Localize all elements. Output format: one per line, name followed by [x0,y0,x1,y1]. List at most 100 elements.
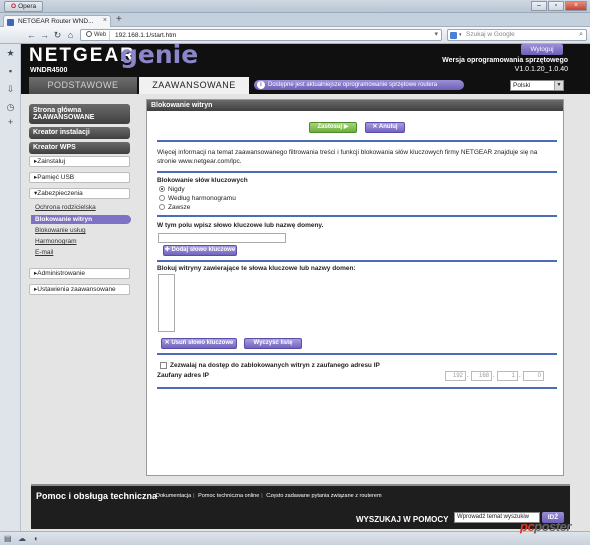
menu-usb-storage[interactable]: ▸Pamięć USB [29,172,130,183]
downloads-icon[interactable]: ⇩ [5,84,16,95]
ip-octet-2[interactable]: 168 [471,371,492,381]
logout-button[interactable]: Wyloguj [521,44,563,55]
ip-octet-3[interactable]: 1 [497,371,518,381]
menu-setup-wizard[interactable]: Kreator instalacji [29,127,130,139]
tab-basic[interactable]: PODSTAWOWE [29,77,137,94]
radio-per-schedule[interactable]: Według harmonogramu [159,195,236,202]
menu-usb-label: Pamięć USB [37,174,75,181]
menu-wps-wizard[interactable]: Kreator WPS [29,142,130,154]
radio-always-label: Zawsze [168,204,191,211]
address-bar[interactable]: Web 192.168.1.1/start.htm ▾ [80,29,442,41]
bookmarks-star-icon[interactable]: ★ [5,48,16,59]
maximize-button[interactable]: ▫ [548,1,564,11]
url-text[interactable]: 192.168.1.1/start.htm [115,31,176,40]
tab-bar: NETGEAR Router WND... × + [0,13,590,28]
ip-separator: . [467,373,469,379]
opera-menu-button[interactable]: O Opera [4,1,44,12]
add-keyword-button[interactable]: ✚ Dodaj słowo kluczowe [163,245,237,256]
new-tab-button[interactable]: + [116,15,122,25]
menu-block-sites[interactable]: Blokowanie witryn [31,215,131,224]
link-online-support[interactable]: Pomoc techniczna online [198,493,259,499]
menu-advanced-home[interactable]: Strona główna ZAAWANSOWANE [29,104,130,124]
menu-administration[interactable]: ▸Administrowanie [29,268,130,279]
keyword-input[interactable] [158,233,286,243]
minimize-button[interactable]: – [531,1,547,11]
pcposter-watermark: pcposter [520,519,571,534]
trusted-ip-label: Zaufany adres IP [157,372,210,379]
tab-advanced[interactable]: ZAAWANSOWANE [139,77,249,94]
ip-separator: . [493,373,495,379]
block-list-label: Blokuj witryny zawierające te słowa kluc… [157,265,356,272]
keyword-blocking-heading: Blokowanie słów kluczowych [157,177,248,184]
router-model: WNDR4500 [30,67,68,74]
router-header: NETGEAR genie WNDR4500 Wyloguj Wersja op… [21,44,590,94]
trusted-ip-checkbox[interactable] [160,362,167,369]
add-panel-icon[interactable]: + [5,117,16,128]
menu-block-services[interactable]: Blokowanie usług [35,227,86,234]
cancel-label: Anuluj [378,124,398,130]
menu-setup[interactable]: ▸Zainstaluj [29,156,130,167]
forward-icon[interactable]: → [39,30,50,41]
menu-security[interactable]: ▾Zabezpieczenia [29,188,130,199]
language-select[interactable]: Polski ▼ [510,80,564,91]
info-icon: i [257,81,265,89]
divider [157,215,557,217]
search-box[interactable]: ▾ Szukaj w Google ⌕ [447,29,587,41]
menu-schedule[interactable]: Harmonogram [35,238,77,245]
menu-advanced-settings[interactable]: ▸Ustawienia zaawansowane [29,284,130,295]
link-documentation[interactable]: Dokumentacja [156,493,191,499]
close-window-button[interactable]: × [565,1,587,11]
delete-keyword-button[interactable]: ✕ Usuń słowo kluczowe [161,338,237,349]
status-bar: ▤ ☁ ◐ [0,531,590,545]
ip-octet-4[interactable]: 0 [523,371,544,381]
firmware-update-notice[interactable]: i Dostępne jest aktualniejsze oprogramowa… [254,80,464,90]
chevron-down-icon: ▼ [554,81,563,90]
ip-octet-1[interactable]: 192 [445,371,466,381]
browser-side-panel: ★ ▪ ⇩ ◷ + [0,44,21,531]
address-dropdown-icon[interactable]: ▾ [434,30,438,38]
page-viewport: NETGEAR genie WNDR4500 Wyloguj Wersja op… [21,44,590,531]
address-mode-badge[interactable]: Web [83,31,111,40]
reload-icon[interactable]: ↻ [52,30,63,41]
router-tabs: PODSTAWOWE ZAAWANSOWANE i Dostępne jest a… [21,75,590,94]
turbo-icon[interactable]: ◐ [34,534,39,543]
divider [157,171,557,173]
close-icon: ✕ [372,124,378,130]
opera-menu-label: Opera [18,3,37,10]
notes-icon[interactable]: ▪ [5,66,16,77]
address-mode-label: Web [94,32,107,38]
close-tab-icon[interactable]: × [103,17,107,24]
link-faq[interactable]: Często zadawane pytania związane z route… [266,493,381,499]
watermark-right: poster [534,519,571,534]
delete-keyword-label: Usuń słowo kluczowe [171,340,234,346]
panel-title: Blokowanie witryn [147,100,563,111]
radio-always[interactable]: Zawsze [159,204,190,211]
search-icon[interactable]: ⌕ [579,30,583,40]
search-placeholder[interactable]: Szukaj w Google [466,30,515,40]
home-icon[interactable]: ⌂ [65,30,76,41]
history-icon[interactable]: ◷ [5,102,16,113]
divider [157,353,557,355]
menu-email[interactable]: E-mail [35,249,53,256]
panels-toggle-icon[interactable]: ▤ [4,534,12,543]
apply-button[interactable]: Zastosuj ▶ [309,122,357,133]
info-text-line2: stronie www.netgear.com/lpc. [157,158,242,165]
info-text-line1: Więcej informacji na temat zaawansowaneg… [157,149,538,156]
cloud-sync-icon[interactable]: ☁ [18,534,26,543]
trusted-ip-checkbox-label: Zezwalaj na dostęp do zablokowanych witr… [170,362,380,369]
menu-security-label: Zabezpieczenia [37,190,83,197]
clear-list-button[interactable]: Wyczyść listę [244,338,302,349]
blocked-keywords-list[interactable] [158,274,175,332]
back-icon[interactable]: ← [26,30,37,41]
search-engine-dropdown-icon[interactable]: ▾ [459,30,462,40]
menu-parental-controls[interactable]: Ochrona rodzicielska [35,204,96,211]
cancel-button[interactable]: ✕ Anuluj [365,122,405,133]
menu-administration-label: Administrowanie [37,270,85,277]
block-sites-panel: Blokowanie witryn Zastosuj ▶ ✕ Anuluj Wi… [146,99,564,476]
update-note-text: Dostępne jest aktualniejsze oprogramowan… [268,82,438,88]
play-icon: ▶ [343,124,349,130]
radio-schedule-label: Według harmonogramu [168,195,236,202]
radio-never[interactable]: Nigdy [159,186,185,193]
firmware-version: V1.0.1.20_1.0.40 [514,66,568,73]
menu-advanced-settings-label: Ustawienia zaawansowane [37,286,116,293]
